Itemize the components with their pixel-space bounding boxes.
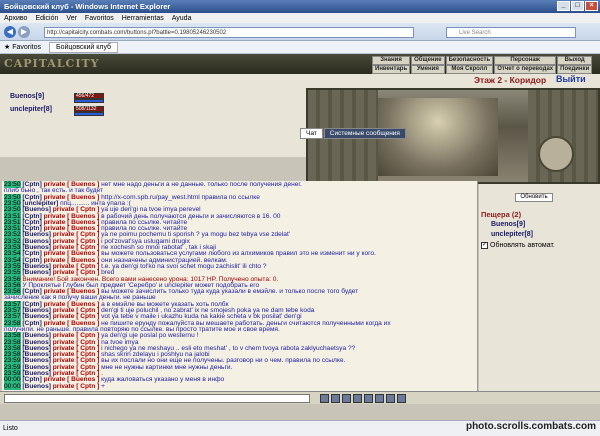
forward-button[interactable]: ▶ [18,26,30,38]
chat-tabs: Чат Системные сообщения [300,128,406,139]
browser-tab[interactable]: Бойцовский клуб [49,41,119,53]
menu-obshchenie[interactable]: Общение [411,56,445,65]
menu-inventar[interactable]: Инвентарь [372,65,411,74]
menu-bar: Архиво Edición Ver Favoritos Herramienta… [0,13,600,23]
message-time[interactable]: 00:00 [4,382,21,390]
chat-input-bar [0,391,600,404]
player-name: unclepiter [10,106,44,113]
translit-icon[interactable] [386,394,395,403]
player-name: Buenos [10,93,36,100]
close-icon[interactable]: × [585,1,598,11]
tab-system-messages[interactable]: Системные сообщения [323,128,406,139]
minimize-icon[interactable]: _ [557,1,570,11]
room-title: Пещера (2) [481,210,522,219]
message-text: + [101,382,105,390]
address-toolbar: ◀ ▶ http://capitalcity.combats.com/butto… [0,23,600,41]
favorites-bar: ★ Favoritos Бойцовский клуб [0,41,600,54]
compass-icon[interactable] [538,136,574,172]
menu-ayuda[interactable]: Ayuda [172,15,192,22]
sound-icon[interactable] [375,394,384,403]
player-panel: Buenos[9] 456/472 unclepiter[8] 508/1132 [0,88,306,157]
favorites-button[interactable]: ★ Favoritos [4,43,41,51]
menu-edicion[interactable]: Edición [35,15,58,22]
mana-bar [74,99,104,103]
menu-favoritos[interactable]: Favoritos [85,15,114,22]
chat-tools [320,394,406,403]
window-titlebar: Бойцовский клуб - Windows Internet Explo… [0,0,600,13]
menu-bezopasnost[interactable]: Безопасность [445,56,494,65]
address-field[interactable]: http://capitalcity.combats.com/buttons.p… [44,27,414,38]
settings-icon[interactable] [397,394,406,403]
search-input[interactable]: Live Search [446,27,576,38]
game-logo: CAPITALCITY [4,57,100,70]
send-icon[interactable] [320,394,329,403]
menu-archivo[interactable]: Архиво [4,15,27,22]
menu-personazh[interactable]: Персонаж [494,56,557,65]
menu-otchet[interactable]: Отчет о переводах [494,65,557,74]
room-name: Этаж 2 - Коридор [474,75,547,85]
status-bar: Listo photo.scrolls.combats.com [0,420,600,436]
auto-refresh-toggle[interactable]: ✓ Обновлять автомат. [481,242,555,249]
favorites-label: Favoritos [12,44,42,51]
online-user[interactable]: unclepiter[8] [491,231,533,238]
menu-vyhod[interactable]: Выход [557,56,593,65]
watermark: photo.scrolls.combats.com [465,421,596,432]
game-header: CAPITALCITY Знания Общение Безопасность … [0,54,600,74]
refresh-button[interactable]: Обновить [515,193,553,202]
menu-znaniya[interactable]: Знания [372,56,411,65]
menu-moya-skroll[interactable]: Моя Скролл [445,65,494,74]
back-button[interactable]: ◀ [4,26,16,38]
chat-message: 00:00 [Buenos] private [ Cptn ] + [4,382,476,391]
game-area: CAPITALCITY Знания Общение Безопасность … [0,54,600,420]
player-row[interactable]: unclepiter[8] [10,106,52,113]
chat-log: 23:50 [Cptn] private [ Buenos ] нет мне … [2,181,478,391]
exit-button[interactable]: Выйти [556,74,586,84]
menu-ver[interactable]: Ver [66,15,77,22]
menu-herramientas[interactable]: Herramientas [122,15,164,22]
mana-bar [74,112,104,116]
maximize-icon[interactable]: □ [571,1,584,11]
message-sender[interactable]: [Buenos] [22,383,52,390]
tab-chat[interactable]: Чат [300,128,323,139]
online-user[interactable]: Buenos[9] [491,221,525,228]
room-sidebar: Обновить Пещера (2) Buenos[9] unclepiter… [479,184,600,392]
clear-icon[interactable] [342,394,351,403]
scroll-icon[interactable] [364,394,373,403]
menu-poedinki[interactable]: Поединки [557,65,593,74]
checkbox-icon[interactable]: ✓ [481,242,488,249]
chat-input[interactable] [4,394,310,403]
auto-refresh-label: Обновлять автомат. [490,242,555,249]
filter-icon[interactable] [353,394,362,403]
status-text: Listo [3,425,18,432]
player-row[interactable]: Buenos[9] [10,93,44,100]
smile-icon[interactable] [331,394,340,403]
window-title: Бойцовский клуб - Windows Internet Explo… [4,2,171,11]
game-top-menu: Знания Общение Безопасность Персонаж Вых… [372,56,593,74]
menu-umeniya[interactable]: Умения [411,65,445,74]
private-recipient[interactable]: private [ Cptn ] [53,383,101,390]
